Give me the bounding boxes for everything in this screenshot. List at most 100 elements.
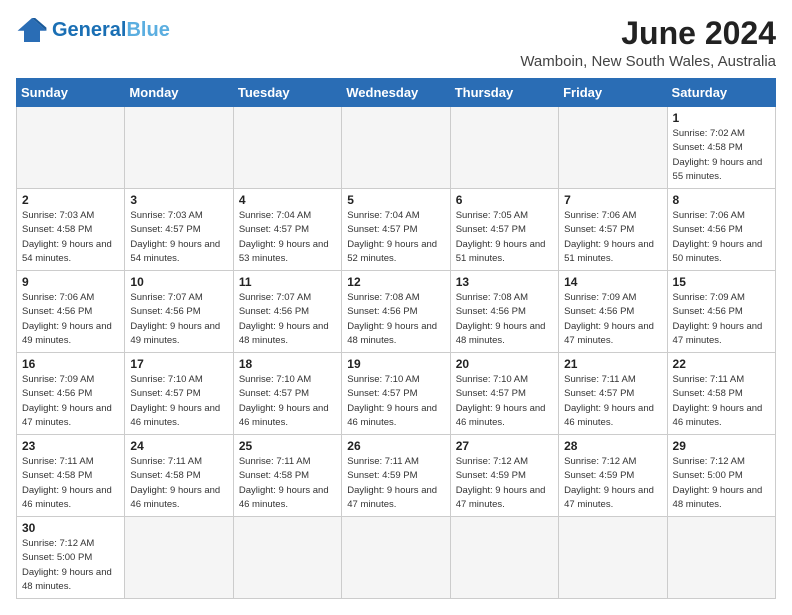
calendar-cell xyxy=(125,107,233,189)
day-number: 25 xyxy=(239,439,336,453)
calendar-cell: 16 Sunrise: 7:09 AM Sunset: 4:56 PM Dayli… xyxy=(17,353,125,435)
day-info: Sunrise: 7:10 AM Sunset: 4:57 PM Dayligh… xyxy=(239,373,336,430)
calendar-cell xyxy=(667,517,775,599)
calendar-cell: 23 Sunrise: 7:11 AM Sunset: 4:58 PM Dayli… xyxy=(17,435,125,517)
day-info: Sunrise: 7:12 AM Sunset: 5:00 PM Dayligh… xyxy=(673,455,770,512)
day-info: Sunrise: 7:06 AM Sunset: 4:57 PM Dayligh… xyxy=(564,209,661,266)
day-number: 27 xyxy=(456,439,553,453)
day-info: Sunrise: 7:09 AM Sunset: 4:56 PM Dayligh… xyxy=(22,373,119,430)
calendar-cell xyxy=(125,517,233,599)
day-info: Sunrise: 7:03 AM Sunset: 4:58 PM Dayligh… xyxy=(22,209,119,266)
calendar-cell xyxy=(450,107,558,189)
column-header-wednesday: Wednesday xyxy=(342,79,450,107)
calendar-cell: 30Sunrise: 7:12 AM Sunset: 5:00 PM Dayli… xyxy=(17,517,125,599)
day-number: 22 xyxy=(673,357,770,371)
logo-text: GeneralBlue xyxy=(52,20,170,40)
calendar-cell: 15 Sunrise: 7:09 AM Sunset: 4:56 PM Dayli… xyxy=(667,271,775,353)
calendar-cell xyxy=(342,517,450,599)
day-info: Sunrise: 7:05 AM Sunset: 4:57 PM Dayligh… xyxy=(456,209,553,266)
day-number: 13 xyxy=(456,275,553,289)
logo: GeneralBlue xyxy=(16,16,170,44)
week-row-4: 23 Sunrise: 7:11 AM Sunset: 4:58 PM Dayli… xyxy=(17,435,776,517)
day-info: Sunrise: 7:11 AM Sunset: 4:58 PM Dayligh… xyxy=(22,455,119,512)
week-row-5: 30Sunrise: 7:12 AM Sunset: 5:00 PM Dayli… xyxy=(17,517,776,599)
calendar-cell: 9Sunrise: 7:06 AM Sunset: 4:56 PM Daylig… xyxy=(17,271,125,353)
calendar-cell: 1 Sunrise: 7:02 AM Sunset: 4:58 PM Daylig… xyxy=(667,107,775,189)
day-number: 23 xyxy=(22,439,119,453)
page-header: GeneralBlue June 2024 Wamboin, New South… xyxy=(16,16,776,70)
day-info: Sunrise: 7:12 AM Sunset: 5:00 PM Dayligh… xyxy=(22,537,119,594)
day-info: Sunrise: 7:07 AM Sunset: 4:56 PM Dayligh… xyxy=(239,291,336,348)
calendar-cell: 13 Sunrise: 7:08 AM Sunset: 4:56 PM Dayli… xyxy=(450,271,558,353)
day-info: Sunrise: 7:09 AM Sunset: 4:56 PM Dayligh… xyxy=(673,291,770,348)
day-info: Sunrise: 7:11 AM Sunset: 4:57 PM Dayligh… xyxy=(564,373,661,430)
calendar-cell xyxy=(559,517,667,599)
column-header-friday: Friday xyxy=(559,79,667,107)
column-header-thursday: Thursday xyxy=(450,79,558,107)
column-header-sunday: Sunday xyxy=(17,79,125,107)
day-number: 1 xyxy=(673,111,770,125)
calendar-cell xyxy=(17,107,125,189)
calendar-cell: 5 Sunrise: 7:04 AM Sunset: 4:57 PM Daylig… xyxy=(342,189,450,271)
calendar-cell: 25 Sunrise: 7:11 AM Sunset: 4:58 PM Dayli… xyxy=(233,435,341,517)
day-number: 19 xyxy=(347,357,444,371)
day-info: Sunrise: 7:07 AM Sunset: 4:56 PM Dayligh… xyxy=(130,291,227,348)
calendar-cell xyxy=(342,107,450,189)
day-info: Sunrise: 7:08 AM Sunset: 4:56 PM Dayligh… xyxy=(456,291,553,348)
column-header-monday: Monday xyxy=(125,79,233,107)
day-number: 11 xyxy=(239,275,336,289)
day-number: 9 xyxy=(22,275,119,289)
location-subtitle: Wamboin, New South Wales, Australia xyxy=(520,53,776,70)
day-info: Sunrise: 7:12 AM Sunset: 4:59 PM Dayligh… xyxy=(564,455,661,512)
day-number: 8 xyxy=(673,193,770,207)
calendar-header-row: SundayMondayTuesdayWednesdayThursdayFrid… xyxy=(17,79,776,107)
day-info: Sunrise: 7:11 AM Sunset: 4:58 PM Dayligh… xyxy=(239,455,336,512)
calendar-cell: 19 Sunrise: 7:10 AM Sunset: 4:57 PM Dayli… xyxy=(342,353,450,435)
calendar-cell xyxy=(233,107,341,189)
column-header-tuesday: Tuesday xyxy=(233,79,341,107)
day-number: 20 xyxy=(456,357,553,371)
calendar-cell: 2 Sunrise: 7:03 AM Sunset: 4:58 PM Daylig… xyxy=(17,189,125,271)
day-number: 16 xyxy=(22,357,119,371)
calendar-cell xyxy=(233,517,341,599)
day-number: 21 xyxy=(564,357,661,371)
calendar-cell: 20 Sunrise: 7:10 AM Sunset: 4:57 PM Dayli… xyxy=(450,353,558,435)
day-number: 15 xyxy=(673,275,770,289)
day-info: Sunrise: 7:02 AM Sunset: 4:58 PM Dayligh… xyxy=(673,127,770,184)
calendar-cell: 10 Sunrise: 7:07 AM Sunset: 4:56 PM Dayli… xyxy=(125,271,233,353)
calendar-cell: 21 Sunrise: 7:11 AM Sunset: 4:57 PM Dayli… xyxy=(559,353,667,435)
day-number: 6 xyxy=(456,193,553,207)
calendar-cell: 11 Sunrise: 7:07 AM Sunset: 4:56 PM Dayli… xyxy=(233,271,341,353)
day-info: Sunrise: 7:12 AM Sunset: 4:59 PM Dayligh… xyxy=(456,455,553,512)
day-number: 24 xyxy=(130,439,227,453)
calendar-cell: 22Sunrise: 7:11 AM Sunset: 4:58 PM Dayli… xyxy=(667,353,775,435)
day-number: 2 xyxy=(22,193,119,207)
day-info: Sunrise: 7:11 AM Sunset: 4:59 PM Dayligh… xyxy=(347,455,444,512)
calendar-cell: 24Sunrise: 7:11 AM Sunset: 4:58 PM Dayli… xyxy=(125,435,233,517)
day-number: 3 xyxy=(130,193,227,207)
calendar-cell: 3 Sunrise: 7:03 AM Sunset: 4:57 PM Daylig… xyxy=(125,189,233,271)
day-info: Sunrise: 7:10 AM Sunset: 4:57 PM Dayligh… xyxy=(456,373,553,430)
day-info: Sunrise: 7:04 AM Sunset: 4:57 PM Dayligh… xyxy=(347,209,444,266)
day-number: 18 xyxy=(239,357,336,371)
day-number: 7 xyxy=(564,193,661,207)
day-number: 5 xyxy=(347,193,444,207)
week-row-0: 1 Sunrise: 7:02 AM Sunset: 4:58 PM Daylig… xyxy=(17,107,776,189)
calendar-table: SundayMondayTuesdayWednesdayThursdayFrid… xyxy=(16,78,776,599)
day-info: Sunrise: 7:04 AM Sunset: 4:57 PM Dayligh… xyxy=(239,209,336,266)
calendar-cell: 4Sunrise: 7:04 AM Sunset: 4:57 PM Daylig… xyxy=(233,189,341,271)
day-info: Sunrise: 7:03 AM Sunset: 4:57 PM Dayligh… xyxy=(130,209,227,266)
title-block: June 2024 Wamboin, New South Wales, Aust… xyxy=(520,16,776,70)
calendar-cell: 6 Sunrise: 7:05 AM Sunset: 4:57 PM Daylig… xyxy=(450,189,558,271)
day-info: Sunrise: 7:08 AM Sunset: 4:56 PM Dayligh… xyxy=(347,291,444,348)
week-row-2: 9Sunrise: 7:06 AM Sunset: 4:56 PM Daylig… xyxy=(17,271,776,353)
month-year-title: June 2024 xyxy=(520,16,776,51)
day-number: 10 xyxy=(130,275,227,289)
week-row-1: 2 Sunrise: 7:03 AM Sunset: 4:58 PM Daylig… xyxy=(17,189,776,271)
day-info: Sunrise: 7:10 AM Sunset: 4:57 PM Dayligh… xyxy=(347,373,444,430)
calendar-cell: 7 Sunrise: 7:06 AM Sunset: 4:57 PM Daylig… xyxy=(559,189,667,271)
day-info: Sunrise: 7:06 AM Sunset: 4:56 PM Dayligh… xyxy=(673,209,770,266)
day-number: 12 xyxy=(347,275,444,289)
column-header-saturday: Saturday xyxy=(667,79,775,107)
calendar-cell: 8 Sunrise: 7:06 AM Sunset: 4:56 PM Daylig… xyxy=(667,189,775,271)
